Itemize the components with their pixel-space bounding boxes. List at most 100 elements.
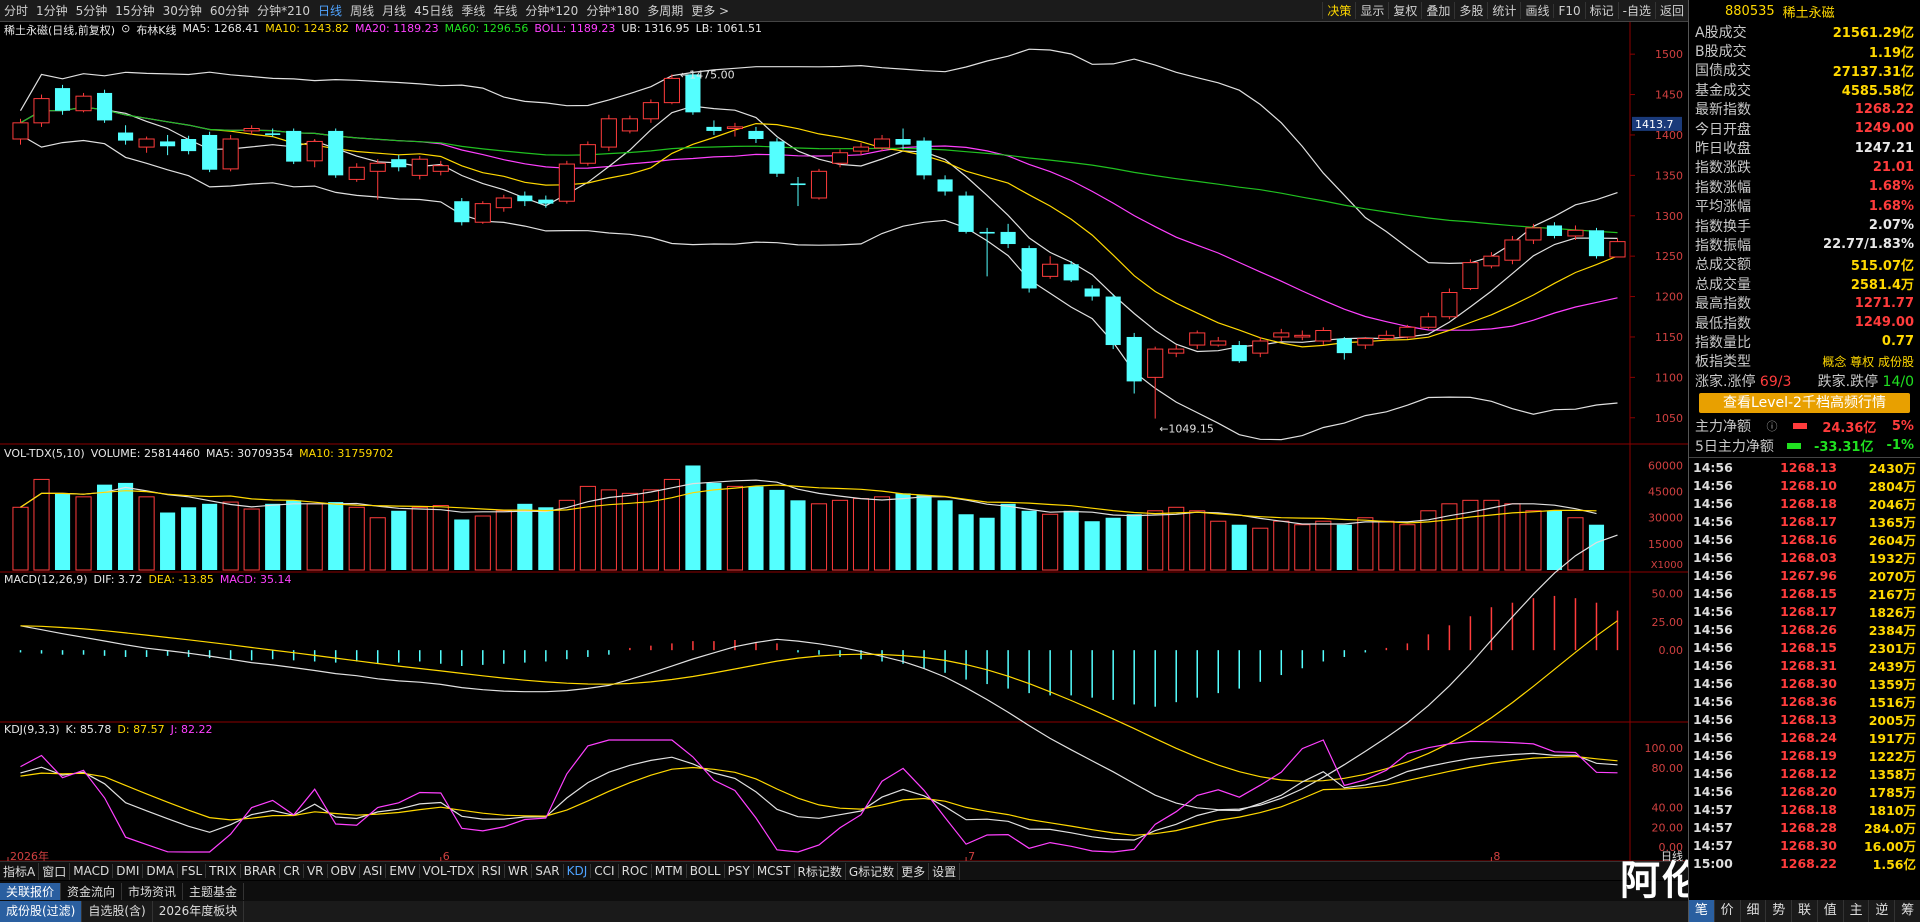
bottom-tab-0[interactable]: 成份股(过滤) [0,901,83,922]
vol-bar-49 [1042,513,1059,571]
indicator-tab-7[interactable]: BRAR [241,864,281,878]
info-tab-1[interactable]: 资金流向 [61,882,123,900]
indicator-tab-9[interactable]: VR [304,864,328,878]
info-tab-3[interactable]: 主题基金 [183,882,245,900]
volume-indicator-name[interactable]: VOL-TDX(5,10) [4,447,85,460]
tick-time-11: 14:56 [1693,657,1733,673]
tool-2[interactable]: 复权 [1388,2,1421,19]
indicator-tab-4[interactable]: DMA [143,864,179,878]
indicator-tab-20[interactable]: MTM [652,864,687,878]
period-11[interactable]: 季线 [457,2,489,19]
bottom-tab-2[interactable]: 2026年度板块 [153,901,245,922]
indicator-tab-8[interactable]: CR [280,864,304,878]
panel-tab-4[interactable]: 联 [1792,900,1818,922]
tool-9[interactable]: -自选 [1617,2,1655,19]
tool-5[interactable]: 统计 [1487,2,1520,19]
board-type-value: 概念 尊权 成份股 [1822,354,1914,369]
toolbar-right: 决策 显示 复权 叠加 多股 统计 画线 F10 标记 -自选 返回 [1322,2,1688,19]
period-7[interactable]: 日线 [314,2,346,19]
period-5[interactable]: 60分钟 [206,2,253,19]
period-14[interactable]: 分钟*180 [582,2,643,19]
tool-10[interactable]: 返回 [1654,2,1688,19]
vol-bar-73 [1546,510,1563,570]
tick-time-16: 14:56 [1693,747,1733,763]
tick-row-11: 14:56 1268.31 2439万 [1689,656,1920,674]
macd-indicator-name[interactable]: MACD(12,26,9) [4,573,88,586]
indicator-tab-27[interactable]: 设置 [929,862,961,880]
panel-tab-2[interactable]: 细 [1741,900,1767,922]
tool-8[interactable]: 标记 [1584,2,1618,19]
indicator-tab-6[interactable]: TRIX [206,864,241,878]
vol-bar-12 [265,503,281,570]
tool-7[interactable]: F10 [1553,3,1584,18]
quote-row-16: 指数量比 0.77 [1689,332,1920,351]
candle-body-36 [769,141,785,174]
tick-list[interactable]: 14:56 1268.13 2430万 14:56 1268.10 2804万 14:56 1… [1689,457,1920,872]
indicator-tab-16[interactable]: SAR [532,864,564,878]
panel-tab-8[interactable]: 筹 [1895,900,1920,922]
panel-tab-3[interactable]: 势 [1766,900,1793,922]
period-3[interactable]: 15分钟 [111,2,158,19]
bottom-tab-1[interactable]: 自选股(含) [82,901,153,922]
indicator-name[interactable]: 布林K线 [136,22,176,38]
level2-button[interactable]: 查看Level-2千档高频行情 [1699,393,1910,414]
indicator-tab-1[interactable]: 窗口 [39,862,71,880]
panel-tab-0[interactable]: 笔 [1689,900,1715,922]
indicator-tab-0[interactable]: 指标A [0,862,40,880]
indicator-tab-19[interactable]: ROC [619,864,652,878]
period-10[interactable]: 45日线 [410,2,457,19]
info-tab-2[interactable]: 市场资讯 [122,882,184,900]
indicator-tab-22[interactable]: PSY [725,864,754,878]
chart-canvas[interactable]: 1500 1450 1400 1350 1300 1250 1200 1150 1100 1050… [0,22,1688,861]
indicator-tab-24[interactable]: R标记数 [795,862,846,880]
indicator-tab-15[interactable]: WR [505,864,533,878]
period-15[interactable]: 多周期 [643,2,687,19]
panel-tab-5[interactable]: 值 [1818,900,1844,922]
period-12[interactable]: 年线 [489,2,521,19]
panel-tab-1[interactable]: 价 [1715,900,1741,922]
period-4[interactable]: 30分钟 [159,2,206,19]
tool-0[interactable]: 决策 [1322,2,1355,19]
period-8[interactable]: 周线 [346,2,378,19]
info-icon[interactable]: ⓘ [1766,418,1777,434]
panel-tab-6[interactable]: 主 [1844,900,1870,922]
period-16[interactable]: 更多 > [687,2,733,19]
indicator-tab-23[interactable]: MCST [754,864,795,878]
period-13[interactable]: 分钟*120 [521,2,582,19]
indicator-tab-25[interactable]: G标记数 [846,862,899,880]
indicator-tab-10[interactable]: OBV [328,864,361,878]
tick-row-2: 14:56 1268.18 2046万 [1689,494,1920,512]
indicator-tab-21[interactable]: BOLL [687,864,725,878]
vol-bar-65 [1378,520,1395,571]
quote-value-15: 1249.00 [1854,315,1914,331]
indicator-tab-11[interactable]: ASI [360,864,387,878]
panel-tab-7[interactable]: 逆 [1869,900,1896,922]
indicator-tab-5[interactable]: FSL [178,864,207,878]
tick-row-7: 14:56 1268.15 2167万 [1689,584,1920,602]
period-1[interactable]: 1分钟 [32,2,72,19]
candle-body-30 [642,102,659,120]
period-9[interactable]: 月线 [378,2,410,19]
kdj-indicator-name[interactable]: KDJ(9,3,3) [4,723,60,736]
tool-6[interactable]: 画线 [1520,2,1553,19]
indicator-tab-12[interactable]: EMV [386,864,420,878]
indicator-tab-2[interactable]: MACD [70,864,114,878]
tool-1[interactable]: 显示 [1355,2,1388,19]
tick-row-1: 14:56 1268.10 2804万 [1689,476,1920,494]
period-6[interactable]: 分钟*210 [253,2,314,19]
tool-4[interactable]: 多股 [1454,2,1487,19]
volume-ma5: MA5: 30709354 [205,447,294,460]
indicator-tab-17[interactable]: KDJ [564,864,592,878]
indicator-tab-18[interactable]: CCI [591,864,619,878]
indicator-tab-26[interactable]: 更多 [898,862,930,880]
indicator-tab-13[interactable]: VOL-TDX [420,864,479,878]
period-2[interactable]: 5分钟 [72,2,112,19]
indicator-tab-14[interactable]: RSI [479,864,506,878]
tool-3[interactable]: 叠加 [1421,2,1454,19]
chevron-down-icon[interactable]: ⊙ [121,22,130,38]
period-0[interactable]: 分时 [0,2,32,19]
info-tab-0[interactable]: 关联报价 [0,882,62,900]
indicator-tab-3[interactable]: DMI [113,864,144,878]
chart-area[interactable]: 1500 1450 1400 1350 1300 1250 1200 1150 1100 1050… [0,22,1688,861]
index-code: 880535 [1725,3,1775,19]
